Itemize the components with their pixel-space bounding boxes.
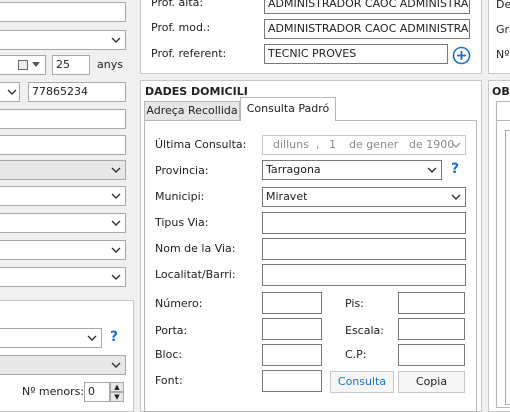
cp-label: C.P:	[345, 348, 367, 361]
chevron-down-icon	[427, 167, 437, 173]
prof-referent-label: Prof. referent:	[151, 47, 227, 60]
porta-label: Porta:	[155, 324, 188, 337]
provincia-help-icon[interactable]: ?	[451, 161, 459, 177]
ultima-consulta-label: Última Consulta:	[155, 138, 247, 151]
tipus-via-label: Tipus Via:	[155, 216, 209, 229]
date-month: de gener	[349, 138, 399, 151]
municipi-select[interactable]: Miravet	[262, 187, 466, 207]
chevron-down-icon	[87, 335, 97, 341]
numero-input[interactable]	[262, 292, 322, 314]
pis-input[interactable]	[398, 292, 465, 314]
age-unit-label: anys	[97, 58, 123, 71]
numero-label: Número:	[155, 297, 203, 310]
cp-input[interactable]	[398, 344, 465, 366]
left-lower-select-2[interactable]	[0, 355, 126, 375]
calendar-chevron-icon	[32, 62, 40, 67]
chevron-down-icon	[111, 247, 121, 253]
chevron-down-icon	[111, 362, 121, 368]
calendar-icon[interactable]	[18, 60, 28, 70]
observacions-textarea[interactable]	[505, 130, 510, 405]
prof-alta-input[interactable]: ADMINISTRADOR CAOC ADMINISTRAD	[264, 0, 470, 14]
municipi-value: Miravet	[266, 190, 308, 203]
porta-input[interactable]	[262, 318, 322, 340]
domicili-title: DADES DOMICILI	[145, 85, 248, 98]
prof-referent-input[interactable]: TECNIC PROVES	[264, 44, 448, 64]
left-select-3[interactable]	[0, 186, 126, 206]
chevron-down-icon	[111, 274, 121, 280]
localitat-label: Localitat/Barri:	[155, 268, 236, 281]
chevron-down-icon	[111, 37, 121, 43]
chevron-down-icon	[111, 193, 121, 199]
bloc-label: Bloc:	[155, 348, 183, 361]
left-select-4[interactable]	[0, 213, 126, 233]
chevron-down-icon	[451, 142, 461, 148]
escala-label: Escala:	[345, 324, 384, 337]
prof-alta-label: Prof. alta:	[151, 0, 204, 9]
menors-up-button[interactable]: ▲	[110, 382, 124, 392]
provincia-label: Provincia:	[155, 164, 209, 177]
nom-via-label: Nom de la Via:	[155, 242, 236, 255]
ultima-consulta-date[interactable]: dilluns , 1 de gener de 1900	[262, 135, 466, 155]
nom-via-input[interactable]	[262, 238, 466, 260]
date-number: 1	[329, 138, 336, 151]
help-icon[interactable]: ?	[110, 329, 118, 345]
add-circle-icon[interactable]	[452, 46, 471, 65]
left-input-1[interactable]	[0, 2, 126, 22]
observacions-title: OBS	[492, 85, 510, 98]
consulta-button[interactable]: Consulta	[330, 371, 394, 393]
tipus-via-input[interactable]	[262, 212, 466, 234]
tab-consulta-padro[interactable]: Consulta Padró	[240, 97, 336, 121]
tab-adreca-recollida[interactable]: Adreça Recollida	[144, 101, 240, 121]
prof-mod-label: Prof. mod.:	[151, 21, 211, 34]
date-year: de 1900	[409, 138, 455, 151]
left-select-5[interactable]	[0, 240, 126, 260]
provincia-select[interactable]: Tarragona	[262, 160, 442, 180]
id-number-input[interactable]: 77865234	[28, 82, 126, 102]
copia-button[interactable]: Copia	[398, 371, 465, 393]
left-select-6[interactable]	[0, 267, 126, 287]
chevron-down-icon	[111, 167, 121, 173]
date-sep: ,	[316, 138, 320, 151]
municipi-label: Municipi:	[155, 190, 205, 203]
menors-down-button[interactable]: ▼	[110, 392, 124, 402]
localitat-input[interactable]	[262, 264, 466, 286]
tab-label: Consulta Padró	[246, 102, 330, 115]
chevron-down-icon	[451, 194, 461, 200]
provincia-value: Tarragona	[266, 163, 321, 176]
pis-label: Pis:	[345, 297, 364, 310]
escala-input[interactable]	[398, 318, 465, 340]
right-gra-label: Gra	[496, 23, 510, 36]
font-label: Font:	[155, 374, 183, 387]
prof-mod-input[interactable]: ADMINISTRADOR CAOC ADMINISTRAD	[264, 19, 470, 39]
tab-label: Adreça Recollida	[146, 104, 238, 117]
bloc-input[interactable]	[262, 344, 322, 366]
observacions-tab[interactable]	[496, 101, 510, 121]
menors-input[interactable]: 0	[84, 382, 110, 402]
left-lower-select-1[interactable]	[0, 328, 102, 348]
chevron-down-icon	[111, 220, 121, 226]
right-de-label: De	[496, 0, 510, 11]
left-input-3[interactable]	[0, 135, 126, 155]
left-select-2[interactable]	[0, 160, 126, 180]
right-no-label: Nº	[496, 48, 510, 61]
date-day: dilluns	[273, 138, 309, 151]
left-input-2[interactable]	[0, 109, 126, 129]
menors-label: Nº menors:	[22, 385, 85, 398]
font-input[interactable]	[262, 370, 322, 392]
chevron-down-icon	[7, 89, 17, 95]
id-type-select[interactable]	[0, 82, 20, 102]
age-input[interactable]: 25	[52, 55, 90, 75]
left-select-1[interactable]	[0, 30, 126, 50]
